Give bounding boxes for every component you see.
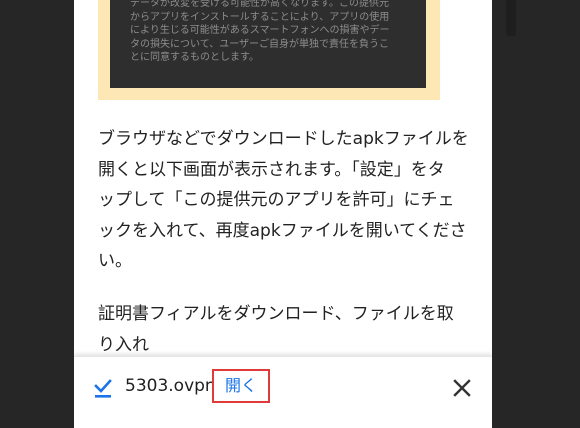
embedded-notice-line: とに同意するものとします。 <box>130 52 259 63</box>
embedded-notice-line: からアプリをインストールすることにより、アプリの使用 <box>130 11 390 23</box>
phone-frame-right <box>492 0 580 428</box>
article-paragraph-2: 証明書フィアルをダウンロード、ファイルを取 り入れ <box>98 299 470 360</box>
embedded-screenshot-dialog: データが改変を受ける可能性が高くなります。この提供元 からアプリをインストールす… <box>110 0 426 88</box>
embedded-screenshot: データが改変を受ける可能性が高くなります。この提供元 からアプリをインストールす… <box>98 0 440 100</box>
paragraph-line: ックを入れて、再度apkファイルを開いてくださ <box>98 220 467 241</box>
embedded-notice-line: データが改変を受ける可能性が高くなります。この提供元 <box>130 0 389 9</box>
download-bar: 5303.ovpn。 開く <box>74 356 492 428</box>
embedded-notice-line: タの損失について、ユーザーご自身が単独で責任を負うこ <box>130 38 389 50</box>
article-paragraph-1: ブラウザなどでダウンロードしたapkファイルを 開くと以下画面が表示されます。「… <box>98 124 470 277</box>
paragraph-line: ップして「この提供元のアプリを許可」にチェ <box>98 190 455 210</box>
paragraph-line: 開くと以下画面が表示されます。「設定」をタ <box>98 159 445 180</box>
phone-frame-left <box>0 0 74 428</box>
embedded-notice-line: により生じる可能性があるスマートフォンへの損害やデー <box>130 25 390 36</box>
close-icon[interactable] <box>450 376 474 400</box>
paragraph-line: い。 <box>98 251 132 271</box>
open-file-button[interactable]: 開く <box>212 369 270 403</box>
paragraph-line: ブラウザなどでダウンロードしたapkファイルを <box>98 129 469 149</box>
phone-side-button <box>506 0 516 36</box>
paragraph-line: 証明書フィアルをダウンロード、ファイルを取 <box>98 304 454 324</box>
browser-page: データが改変を受ける可能性が高くなります。この提供元 からアプリをインストールす… <box>74 0 492 428</box>
embedded-notice-text: データが改変を受ける可能性が高くなります。この提供元 からアプリをインストールす… <box>130 0 410 65</box>
download-check-icon <box>94 379 112 398</box>
